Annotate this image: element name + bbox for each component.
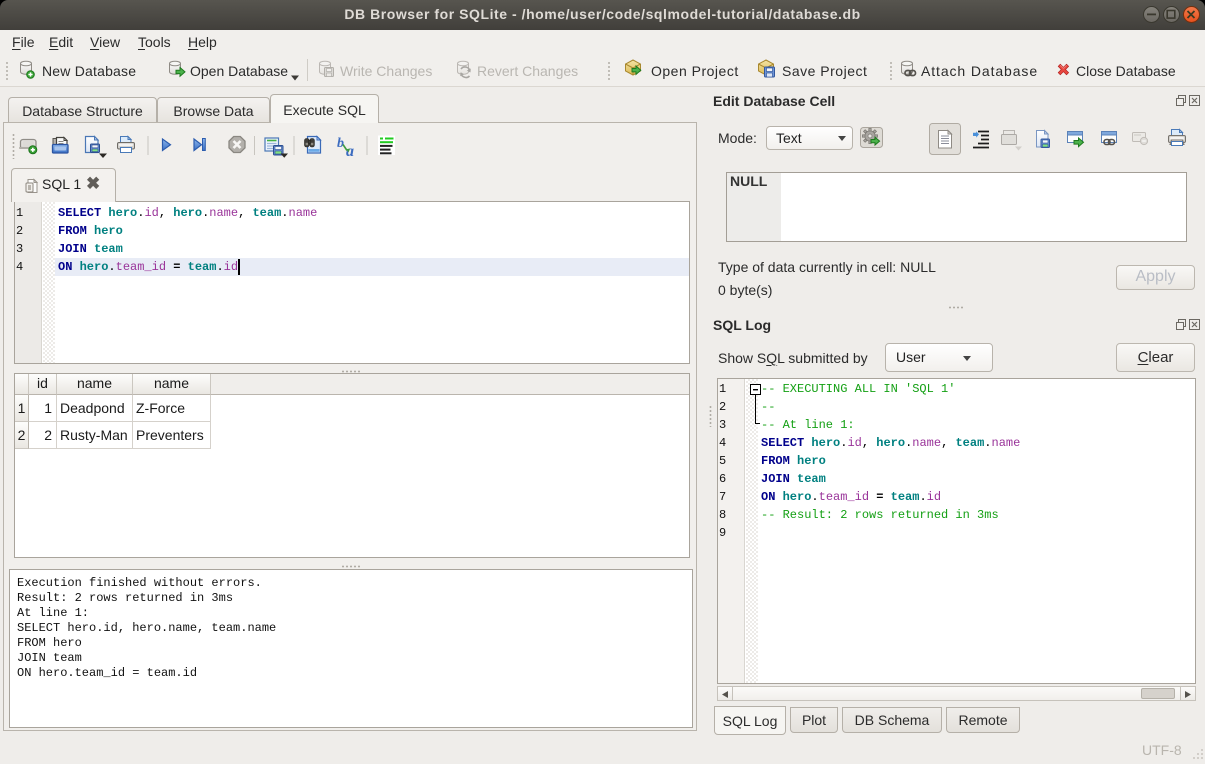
svg-text:b: b [337,136,344,151]
svg-text:a: a [346,143,354,160]
